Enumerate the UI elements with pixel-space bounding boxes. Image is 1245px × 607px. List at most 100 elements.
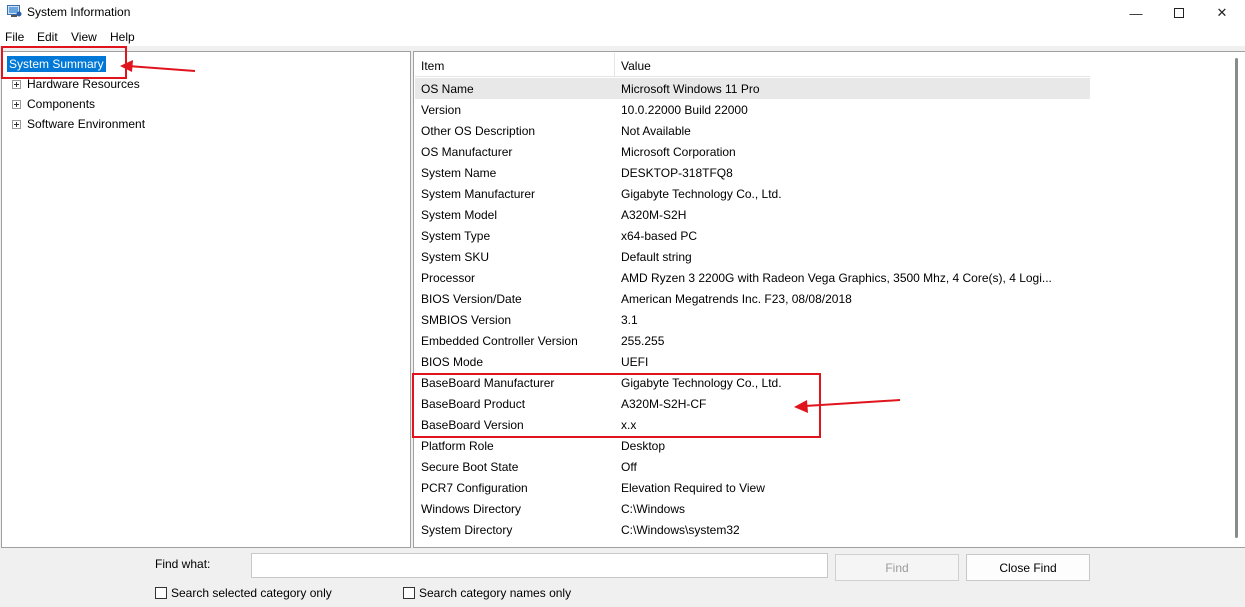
row-value-cell: x64-based PC <box>621 229 698 243</box>
expand-plus-icon[interactable] <box>12 79 21 89</box>
row-item-cell: BIOS Version/Date <box>421 292 522 306</box>
row-value-cell: A320M-S2H-CF <box>621 397 707 411</box>
find-button[interactable]: Find <box>835 554 959 581</box>
menu-help[interactable]: Help <box>110 30 135 44</box>
row-item-cell: Embedded Controller Version <box>421 334 578 348</box>
expand-plus-icon[interactable] <box>12 99 21 109</box>
table-row[interactable]: BIOS Mode UEFI <box>415 351 1090 372</box>
table-row[interactable]: System Directory C:\Windows\system32 <box>415 519 1090 540</box>
category-tree[interactable]: System Summary Hardware Resources Compon… <box>1 51 411 548</box>
menu-view[interactable]: View <box>71 30 97 44</box>
close-window-button[interactable]: ✕ <box>1199 0 1245 26</box>
find-what-label: Find what: <box>155 557 211 571</box>
row-item-cell: Secure Boot State <box>421 460 519 474</box>
row-item-cell: BaseBoard Manufacturer <box>421 376 555 390</box>
row-item-cell: SMBIOS Version <box>421 313 512 327</box>
row-item-cell: Platform Role <box>421 439 494 453</box>
close-find-button[interactable]: Close Find <box>966 554 1090 581</box>
find-what-input[interactable] <box>251 553 828 578</box>
window-title: System Information <box>27 5 131 19</box>
row-value-cell: 3.1 <box>621 313 638 327</box>
tree-item-system-summary[interactable]: System Summary <box>2 55 106 73</box>
row-item-cell: Processor <box>421 271 476 285</box>
table-row[interactable]: System Manufacturer Gigabyte Technology C… <box>415 183 1090 204</box>
tree-item-software-environment[interactable]: Software Environment <box>2 115 145 133</box>
column-header-value[interactable]: Value <box>615 53 1090 77</box>
table-row[interactable]: BaseBoard Manufacturer Gigabyte Technolog… <box>415 372 1090 393</box>
table-row[interactable]: BaseBoard Version x.x <box>415 414 1090 435</box>
menu-bar: File Edit View Help <box>0 26 1245 46</box>
table-row[interactable]: Secure Boot State Off <box>415 456 1090 477</box>
tree-item-label: Software Environment <box>27 117 146 131</box>
row-value-cell: 255.255 <box>621 334 665 348</box>
row-item-cell: System SKU <box>421 250 490 264</box>
row-item-cell: PCR7 Configuration <box>421 481 528 495</box>
row-item-cell: System Directory <box>421 523 513 537</box>
table-row[interactable]: BaseBoard Product A320M-S2H-CF <box>415 393 1090 414</box>
checkbox-label: Search selected category only <box>171 586 332 600</box>
table-row[interactable]: SMBIOS Version 3.1 <box>415 309 1090 330</box>
table-row[interactable]: Other OS Description Not Available <box>415 120 1090 141</box>
row-item-cell: Other OS Description <box>421 124 536 138</box>
row-value-cell: Elevation Required to View <box>621 481 765 495</box>
row-value-cell: Gigabyte Technology Co., Ltd. <box>621 187 782 201</box>
menu-edit[interactable]: Edit <box>37 30 58 44</box>
minimize-button[interactable]: — <box>1113 0 1159 26</box>
row-value-cell: C:\Windows <box>621 502 686 516</box>
row-value-cell: Microsoft Corporation <box>621 145 736 159</box>
table-row[interactable]: Windows Directory C:\Windows <box>415 498 1090 519</box>
tree-item-label: Hardware Resources <box>27 77 140 91</box>
row-item-cell: BIOS Mode <box>421 355 484 369</box>
row-value-cell: C:\Windows\system32 <box>621 523 740 537</box>
table-row[interactable]: BIOS Version/Date American Megatrends Inc… <box>415 288 1090 309</box>
table-row[interactable]: Platform Role Desktop <box>415 435 1090 456</box>
tree-item-label: Components <box>27 97 96 111</box>
table-row[interactable]: Version 10.0.22000 Build 22000 <box>415 99 1090 120</box>
table-row[interactable]: System SKU Default string <box>415 246 1090 267</box>
row-value-cell: x.x <box>621 418 637 432</box>
maximize-button[interactable] <box>1156 0 1202 26</box>
row-item-cell: OS Manufacturer <box>421 145 513 159</box>
table-row[interactable]: PCR7 Configuration Elevation Required to … <box>415 477 1090 498</box>
expand-plus-icon[interactable] <box>12 119 21 129</box>
checkbox-box[interactable] <box>155 587 167 599</box>
search-selected-category-checkbox[interactable]: Search selected category only <box>155 586 332 600</box>
tree-item-hardware-resources[interactable]: Hardware Resources <box>2 75 140 93</box>
row-value-cell: Not Available <box>621 124 691 138</box>
table-row[interactable]: System Name DESKTOP-318TFQ8 <box>415 162 1090 183</box>
row-item-cell: Windows Directory <box>421 502 522 516</box>
table-row[interactable]: System Model A320M-S2H <box>415 204 1090 225</box>
tree-item-label: System Summary <box>7 56 106 72</box>
table-row[interactable]: Embedded Controller Version 255.255 <box>415 330 1090 351</box>
title-bar: System Information — ✕ <box>0 0 1245 26</box>
table-row[interactable]: OS Manufacturer Microsoft Corporation <box>415 141 1090 162</box>
row-item-cell: System Name <box>421 166 497 180</box>
tree-item-components[interactable]: Components <box>2 95 95 113</box>
menu-file[interactable]: File <box>5 30 24 44</box>
row-item-cell: Version <box>421 103 462 117</box>
row-value-cell: Default string <box>621 250 692 264</box>
table-row[interactable]: Processor AMD Ryzen 3 2200G with Radeon V… <box>415 267 1090 288</box>
row-item-cell: System Type <box>421 229 491 243</box>
checkbox-box[interactable] <box>403 587 415 599</box>
vertical-scrollbar[interactable] <box>1228 51 1245 548</box>
minimize-icon: — <box>1129 5 1143 21</box>
row-item-cell: BaseBoard Product <box>421 397 526 411</box>
row-item-cell: BaseBoard Version <box>421 418 524 432</box>
row-value-cell: UEFI <box>621 355 649 369</box>
close-icon: ✕ <box>1216 5 1228 20</box>
list-header: Item Value <box>415 53 1090 77</box>
row-value-cell: 10.0.22000 Build 22000 <box>621 103 748 117</box>
row-item-cell: OS Name <box>421 82 474 96</box>
row-value-cell: Microsoft Windows 11 Pro <box>621 82 760 96</box>
row-value-cell: A320M-S2H <box>621 208 687 222</box>
scrollbar-thumb[interactable] <box>1235 58 1238 538</box>
search-category-names-checkbox[interactable]: Search category names only <box>403 586 571 600</box>
checkbox-label: Search category names only <box>419 586 572 600</box>
details-list[interactable]: Item Value OS Name Microsoft Windows 11 P… <box>413 51 1231 548</box>
table-row[interactable]: System Type x64-based PC <box>415 225 1090 246</box>
table-row[interactable]: OS Name Microsoft Windows 11 Pro <box>415 78 1090 99</box>
column-header-item[interactable]: Item <box>415 53 615 77</box>
maximize-icon <box>1174 8 1184 18</box>
list-rows: OS Name Microsoft Windows 11 Pro Version 10… <box>415 78 1090 540</box>
